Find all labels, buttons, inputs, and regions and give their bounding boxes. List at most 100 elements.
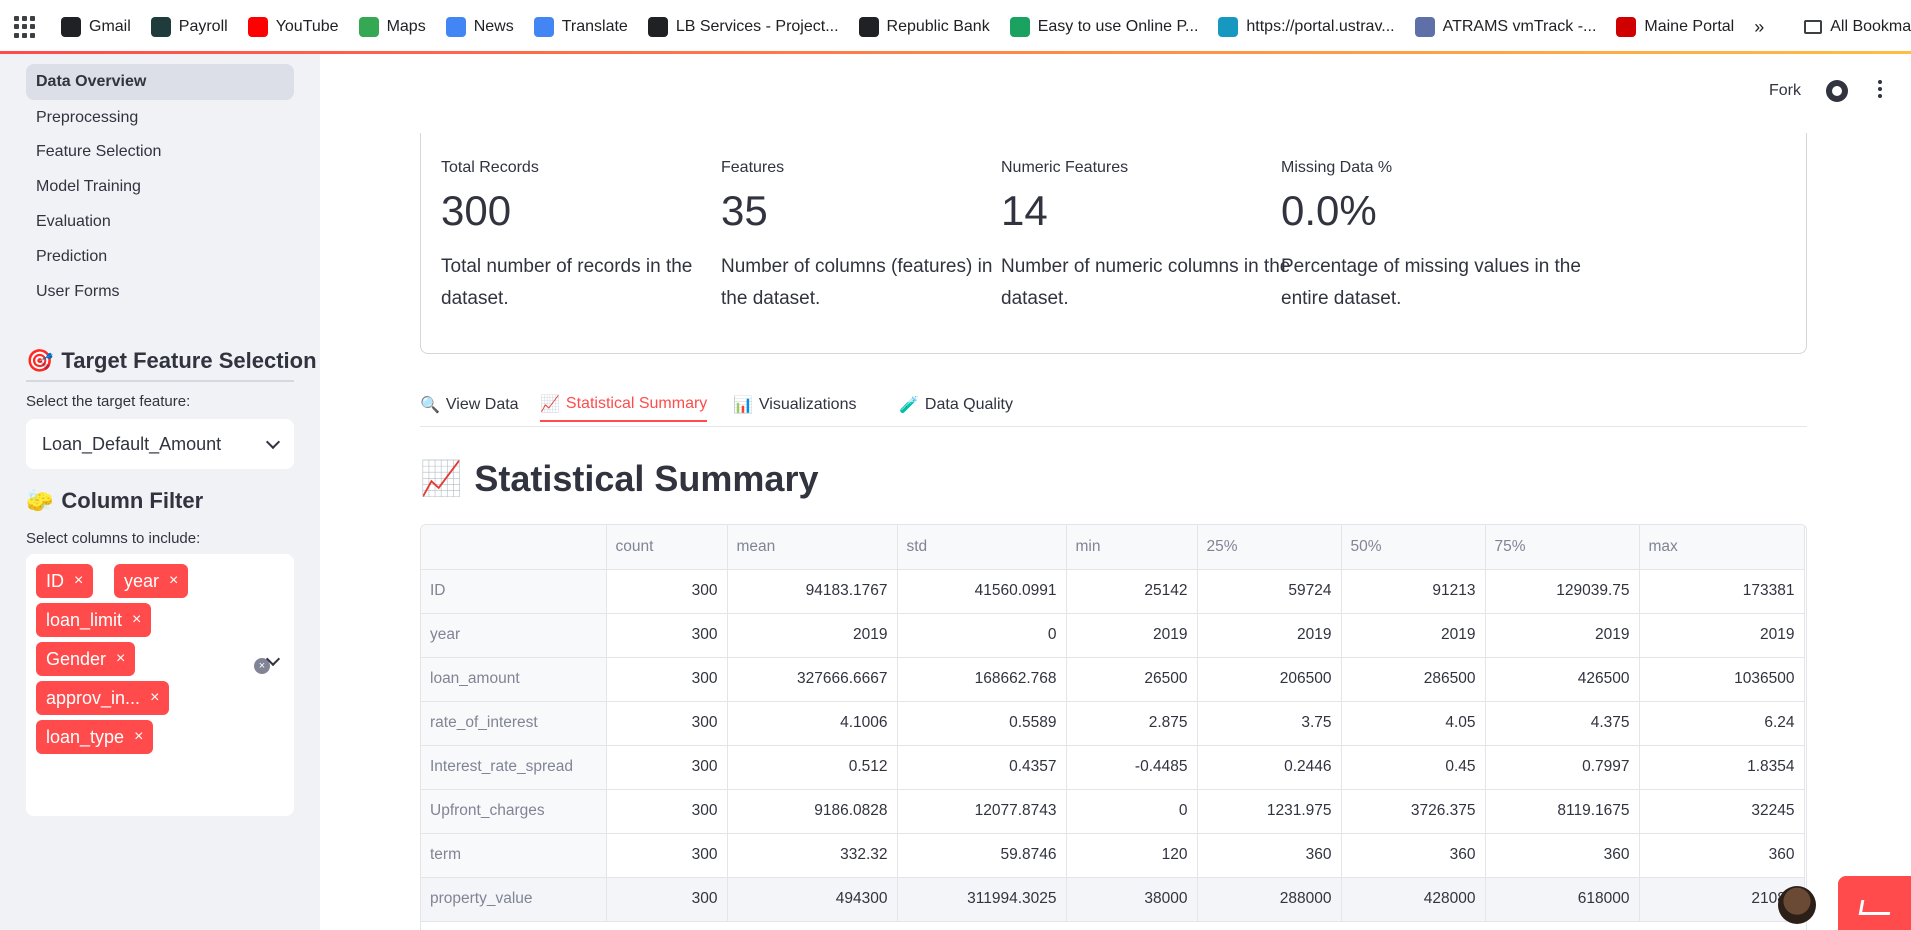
sidebar-divider <box>26 380 294 382</box>
bookmark-item[interactable]: Gmail <box>61 17 131 37</box>
bookmark-item[interactable]: LB Services - Project... <box>647 17 839 37</box>
target-feature-value: Loan_Default_Amount <box>42 433 222 454</box>
bookmark-item[interactable]: YouTube <box>247 17 339 37</box>
table-row[interactable]: Interest_rate_spread 300 0.512 0.4357 -0.448… <box>421 745 1805 790</box>
row-header-cell: Upfront_charges <box>421 789 607 834</box>
metric-block: Total Records 300 Total number of records … <box>441 159 761 315</box>
column-tag[interactable]: year × <box>114 564 189 598</box>
table-cell: 327666.6667 <box>727 657 898 702</box>
sidebar-item-model-training[interactable]: Model Training <box>26 169 294 205</box>
translate-icon <box>533 17 554 37</box>
table-row[interactable]: term 300 332.32 59.8746 120 360 360 360 360 <box>421 833 1805 878</box>
column-header[interactable]: min <box>1066 525 1198 570</box>
bookmark-item[interactable]: Easy to use Online P... <box>1009 17 1199 37</box>
tab-data-quality[interactable]: 🧪 Data Quality <box>899 388 1013 422</box>
remove-tag-icon[interactable]: × <box>132 611 141 629</box>
column-tag[interactable]: loan_limit × <box>36 603 152 637</box>
table-cell: 4.05 <box>1341 701 1486 746</box>
table-cell: 360 <box>1485 833 1640 878</box>
table-row[interactable]: Upfront_charges 300 9186.0828 12077.8743 0 12… <box>421 789 1805 834</box>
metric-value: 14 <box>1001 187 1048 234</box>
metric-desc: Total number of records in the dataset. <box>441 256 693 309</box>
bookmark-item[interactable]: Maine Portal <box>1616 17 1734 37</box>
row-header-cell: ID <box>421 569 607 614</box>
sidebar-item-feature-selection[interactable]: Feature Selection <box>26 134 294 170</box>
table-cell: 332.32 <box>727 833 898 878</box>
bookmark-item[interactable]: News <box>445 17 514 37</box>
tab-visualizations[interactable]: 📊 Visualizations <box>733 388 856 422</box>
more-bookmarks-icon[interactable]: » <box>1754 17 1764 38</box>
bookmark-label: Easy to use Online P... <box>1037 18 1199 35</box>
payroll-icon <box>150 17 171 37</box>
sidebar-item-prediction[interactable]: Prediction <box>26 239 294 275</box>
metric-block: Missing Data % 0.0% Percentage of missing … <box>1281 159 1601 315</box>
table-cell: 2019 <box>1341 613 1486 658</box>
bookmark-item[interactable]: Maps <box>358 17 426 37</box>
sidebar-item-data-overview[interactable]: Data Overview <box>26 64 294 100</box>
table-cell: 300 <box>606 701 728 746</box>
table-cell: 2019 <box>1066 613 1198 658</box>
github-icon[interactable] <box>1826 80 1848 102</box>
column-header[interactable]: std <box>897 525 1067 570</box>
table-cell: 2019 <box>1639 613 1805 658</box>
metric-value: 0.0% <box>1281 187 1377 234</box>
sidebar-item-preprocessing[interactable]: Preprocessing <box>26 100 294 136</box>
table-row[interactable]: property_value 300 494300 311994.3025 38000 2… <box>421 877 1805 922</box>
column-header[interactable]: count <box>606 525 728 570</box>
all-bookmarks-label: All Bookmarks <box>1830 18 1911 35</box>
atrams-icon <box>1414 17 1435 37</box>
column-header[interactable]: 75% <box>1485 525 1640 570</box>
bookmark-label: Translate <box>561 18 628 35</box>
column-multiselect[interactable]: ID × year × loan_limit × Gender × approv_in... × l… <box>26 554 294 816</box>
column-tag[interactable]: loan_type × <box>36 720 154 754</box>
user-avatar[interactable] <box>1778 886 1816 924</box>
all-bookmarks-button[interactable]: All Bookmarks <box>1804 18 1911 36</box>
streamlit-badge[interactable] <box>1838 876 1911 930</box>
fork-link[interactable]: Fork <box>1769 82 1801 100</box>
remove-tag-icon[interactable]: × <box>116 650 125 668</box>
table-cell: 0.5589 <box>897 701 1067 746</box>
table-cell: 26500 <box>1066 657 1198 702</box>
apps-grid-icon[interactable] <box>14 16 35 38</box>
sidebar-item-user-forms[interactable]: User Forms <box>26 274 294 310</box>
column-header[interactable]: max <box>1639 525 1805 570</box>
table-cell: 360 <box>1197 833 1342 878</box>
bookmark-item[interactable]: Payroll <box>150 17 228 37</box>
column-tag-label: ID <box>46 570 64 591</box>
remove-tag-icon[interactable]: × <box>134 728 143 746</box>
column-header[interactable] <box>421 525 607 570</box>
column-header[interactable]: 50% <box>1341 525 1486 570</box>
table-row[interactable]: ID 300 94183.1767 41560.0991 25142 59724 91213… <box>421 569 1805 614</box>
bookmark-item[interactable]: Republic Bank <box>858 17 990 37</box>
remove-tag-icon[interactable]: × <box>150 689 159 707</box>
bookmark-item[interactable]: https://portal.ustrav... <box>1218 17 1395 37</box>
bookmark-label: Payroll <box>178 18 228 35</box>
table-row[interactable]: loan_amount 300 327666.6667 168662.768 26500… <box>421 657 1805 702</box>
sidebar-item-evaluation[interactable]: Evaluation <box>26 204 294 240</box>
table-cell: 3.75 <box>1197 701 1342 746</box>
table-cell: 360 <box>1639 833 1805 878</box>
remove-tag-icon[interactable]: × <box>169 572 178 590</box>
target-feature-select[interactable]: Loan_Default_Amount <box>26 419 294 469</box>
column-tag[interactable]: ID × <box>36 564 94 598</box>
bookmark-label: LB Services - Project... <box>675 18 839 35</box>
table-row[interactable]: year 300 2019 0 2019 2019 2019 2019 2019 <box>421 613 1805 658</box>
bookmark-item[interactable]: Translate <box>533 17 628 37</box>
summary-table[interactable]: count mean std min 25% 50% 75% max ID 300 94183.17… <box>420 524 1807 930</box>
maine-icon <box>1616 17 1637 37</box>
table-cell: 360 <box>1341 833 1486 878</box>
column-header[interactable]: mean <box>727 525 898 570</box>
table-row[interactable]: rate_of_interest 300 4.1006 0.5589 2.875 3.75… <box>421 701 1805 746</box>
tab-view-data[interactable]: 🔍 View Data <box>420 388 519 422</box>
tab-statistical-summary[interactable]: 📈 Statistical Summary <box>540 388 708 422</box>
row-header-cell: term <box>421 833 607 878</box>
bookmark-item[interactable]: ATRAMS vmTrack -... <box>1414 17 1596 37</box>
main-menu-icon[interactable] <box>1878 80 1882 101</box>
column-filter-heading-text: Column Filter <box>61 488 204 513</box>
column-tag[interactable]: approv_in... × <box>36 681 170 715</box>
table-cell: 59.8746 <box>897 833 1067 878</box>
column-header[interactable]: 25% <box>1197 525 1342 570</box>
column-tag-label: Gender <box>46 648 107 669</box>
remove-tag-icon[interactable]: × <box>74 572 83 590</box>
column-tag[interactable]: Gender × <box>36 642 136 676</box>
